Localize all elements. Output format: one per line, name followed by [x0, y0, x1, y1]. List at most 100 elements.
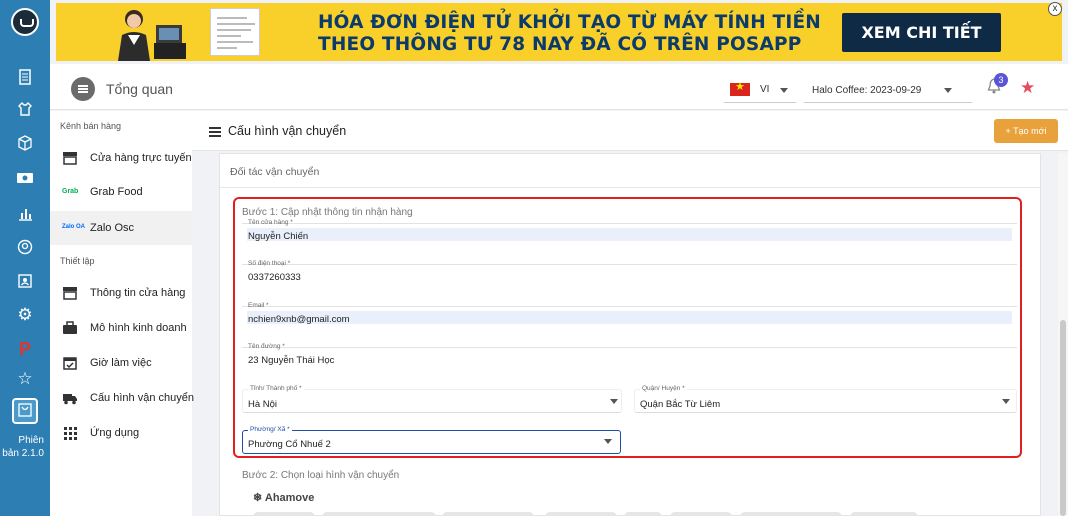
store-icon	[63, 287, 77, 300]
version-line-1: Phiên	[18, 435, 44, 446]
carrier-name: Ahamove	[264, 492, 315, 504]
sidebar-item-zalo-osc[interactable]: Zalo OA Zalo Osc	[50, 211, 192, 245]
street-field[interactable]: Tên đường * 23 Nguyễn Thái Học	[242, 343, 1017, 371]
chevron-down-icon	[610, 399, 618, 404]
divider	[242, 264, 1017, 265]
step-1-title: Bước 1: Cập nhật thông tin nhận hàng	[242, 207, 413, 218]
truck-icon	[63, 394, 77, 405]
sidebar-item-business-model[interactable]: Mô hình kinh doanh	[50, 311, 192, 345]
sidebar-item-label: Grab Food	[90, 186, 143, 198]
field-label: Tên cửa hàng *	[248, 219, 293, 226]
brand-p-icon[interactable]: P	[12, 336, 38, 362]
sidebar-item-shipping-config[interactable]: Cấu hình vận chuyển	[50, 381, 194, 415]
chevron-down-icon	[780, 88, 788, 93]
field-label: Tỉnh/ Thành phố *	[248, 385, 304, 392]
calendar-check-icon	[63, 357, 77, 370]
district-select[interactable]: Quận/ Huyện * Quận Bắc Từ Liêm	[634, 385, 1017, 415]
sales-channels-heading: Kênh bán hàng	[60, 121, 122, 131]
language-selector[interactable]: VI	[724, 77, 796, 103]
sidebar-item-grab-food[interactable]: Grab Grab Food	[50, 175, 192, 209]
promo-banner[interactable]: HÓA ĐƠN ĐIỆN TỬ KHỞI TẠO TỪ MÁY TÍNH TIỀ…	[56, 3, 1062, 61]
settings-heading: Thiết lập	[60, 256, 95, 266]
sidebar-item-label: Giờ làm việc	[90, 357, 152, 369]
ahamove-logo-icon: ❄	[253, 492, 263, 504]
vietnam-flag-icon	[730, 80, 750, 96]
chevron-down-icon	[944, 88, 952, 93]
page-title: Tổng quan	[106, 81, 173, 97]
banner-headline-line-2: THEO THÔNG TƯ 78 NAY ĐÃ CÓ TRÊN POSAPP	[318, 34, 802, 55]
scrollbar-thumb[interactable]	[1060, 320, 1066, 516]
store-settings-icon[interactable]	[12, 398, 38, 424]
sidebar-item-label: Cửa hàng trực tuyến	[90, 152, 192, 164]
star-outline-icon[interactable]: ☆	[12, 366, 38, 392]
ward-select[interactable]: Phường/ Xã * Phường Cổ Nhuế 2	[242, 426, 621, 455]
content-header: Cấu hình vận chuyển + Tạo mới	[192, 111, 1068, 151]
banner-details-button[interactable]: XEM CHI TIẾT	[842, 13, 1001, 52]
create-new-button[interactable]: + Tạo mới	[994, 119, 1058, 143]
phone-field[interactable]: Số điện thoại * 0337260333	[242, 260, 1017, 288]
field-label: Quận/ Huyện *	[640, 385, 687, 392]
field-value: Nguyễn Chiến	[248, 231, 309, 242]
service-option[interactable]	[545, 512, 617, 516]
invoice-illustration-icon	[210, 8, 260, 56]
service-option[interactable]	[253, 512, 315, 516]
contact-card-icon[interactable]	[12, 268, 38, 294]
banner-close-button[interactable]: x	[1048, 2, 1062, 16]
autofill-highlight	[247, 228, 1012, 241]
service-option[interactable]	[624, 512, 662, 516]
sidebar-item-working-hours[interactable]: Giờ làm việc	[50, 346, 192, 380]
banner-headline-line-1: HÓA ĐƠN ĐIỆN TỬ KHỞI TẠO TỪ MÁY TÍNH TIỀ…	[318, 12, 821, 33]
menu-toggle-button[interactable]	[71, 77, 95, 101]
service-option[interactable]	[670, 512, 732, 516]
cash-icon[interactable]	[12, 165, 38, 191]
sidebar-item-store-info[interactable]: Thông tin cửa hàng	[50, 276, 192, 310]
sidebar-item-label: Ứng dụng	[90, 427, 140, 439]
apps-grid-icon	[64, 427, 77, 440]
ahamove-carrier[interactable]: ❄ Ahamove	[253, 491, 314, 504]
top-header: Tổng quan VI Halo Coffee: 2023-09-29 3 ★	[50, 64, 1068, 110]
shirt-icon[interactable]	[12, 96, 38, 122]
autofill-highlight	[247, 311, 1012, 324]
field-label: Phường/ Xã *	[248, 426, 292, 433]
field-value: 23 Nguyễn Thái Học	[248, 355, 335, 366]
app-logo-icon[interactable]	[11, 8, 39, 36]
service-option[interactable]	[322, 512, 436, 516]
divider	[242, 347, 1017, 348]
store-name-field[interactable]: Tên cửa hàng * Nguyễn Chiến	[242, 219, 1017, 247]
service-option[interactable]	[740, 512, 842, 516]
sidebar-item-label: Zalo Osc	[90, 222, 135, 234]
sidebar-item-online-store[interactable]: Cửa hàng trực tuyến	[50, 141, 192, 175]
sidebar-item-apps[interactable]: Ứng dụng	[50, 416, 192, 450]
city-select[interactable]: Tỉnh/ Thành phố * Hà Nội	[242, 385, 622, 415]
bar-chart-icon[interactable]	[12, 200, 38, 226]
gear-icon[interactable]: ⚙	[12, 302, 38, 328]
notification-badge: 3	[994, 73, 1008, 87]
field-label: Tên đường *	[248, 343, 285, 350]
field-value: 0337260333	[248, 272, 301, 283]
chevron-down-icon	[1002, 399, 1010, 404]
field-label: Email *	[248, 302, 269, 309]
chevron-down-icon	[604, 439, 612, 444]
briefcase-icon	[63, 321, 77, 334]
cashier-illustration-icon	[118, 10, 186, 61]
divider	[242, 306, 1017, 307]
app-rail: ⚙ P ☆ Phiên bản 2.1.0	[0, 0, 50, 516]
divider	[242, 223, 1017, 224]
select-box[interactable]	[242, 389, 622, 413]
field-value: Hà Nội	[248, 399, 278, 410]
sidebar-item-label: Thông tin cửa hàng	[90, 287, 186, 299]
box-icon[interactable]	[12, 130, 38, 156]
email-field[interactable]: Email * nchien9xnb@gmail.com	[242, 302, 1017, 330]
version-line-2: bản 2.1.0	[2, 448, 44, 459]
favorite-star-icon[interactable]: ★	[1020, 78, 1035, 98]
service-option[interactable]	[442, 512, 534, 516]
document-list-icon[interactable]	[12, 64, 38, 90]
settings-sidebar: Kênh bán hàng Cửa hàng trực tuyến Grab G…	[50, 111, 194, 516]
user-circle-icon[interactable]	[12, 234, 38, 260]
store-selector-label: Halo Coffee: 2023-09-29	[812, 85, 922, 96]
section-title: Cấu hình vận chuyển	[228, 124, 347, 138]
store-selector[interactable]: Halo Coffee: 2023-09-29	[804, 77, 972, 103]
service-option[interactable]	[850, 512, 918, 516]
grab-logo-icon: Grab	[62, 188, 79, 195]
hamburger-icon[interactable]	[209, 127, 221, 137]
